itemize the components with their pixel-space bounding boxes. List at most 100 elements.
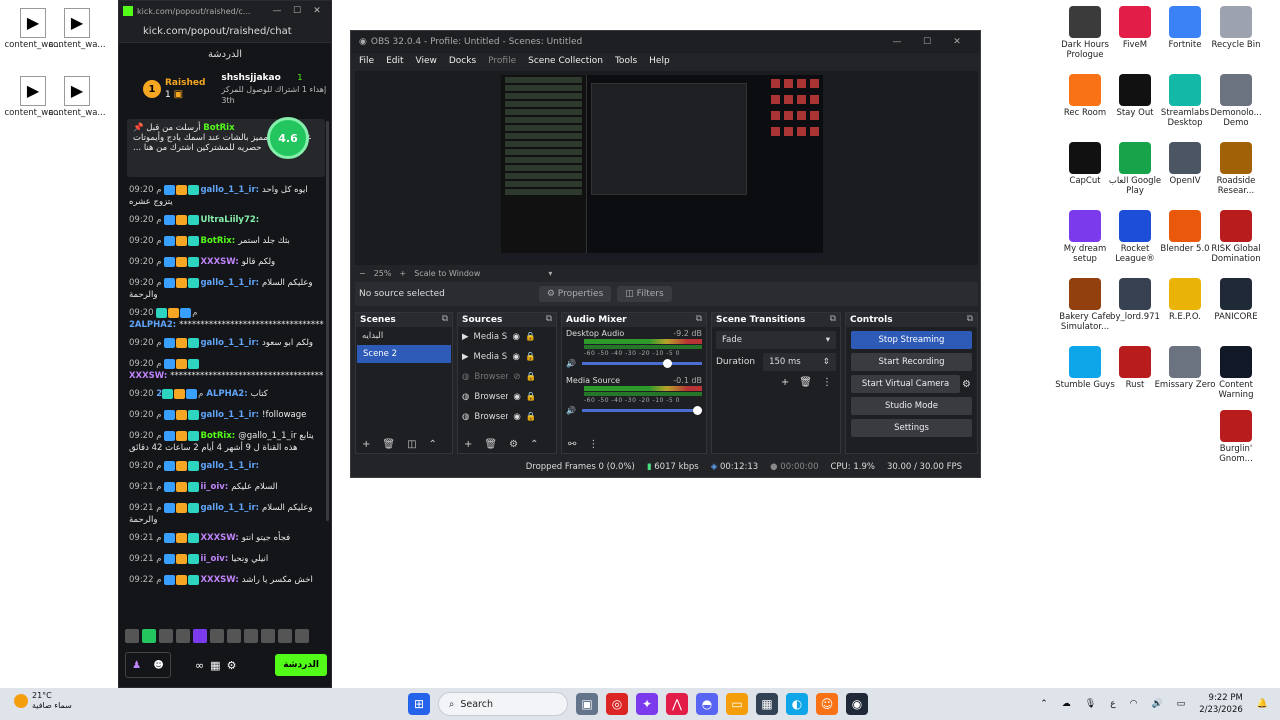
fivem-icon[interactable]: ⋀ bbox=[666, 693, 688, 715]
volume-slider[interactable] bbox=[581, 406, 702, 415]
popout-icon[interactable]: ⧉ bbox=[442, 314, 448, 324]
chat-message[interactable]: 09:21 م ii_oiv: السلام عليكم bbox=[119, 478, 331, 499]
lock-icon[interactable]: 🔒 bbox=[526, 392, 537, 402]
emote-icon[interactable] bbox=[278, 629, 292, 643]
start-recording-button[interactable]: Start Recording bbox=[851, 353, 972, 371]
scene-item-selected[interactable]: Scene 2 bbox=[357, 345, 451, 363]
slider-handle[interactable] bbox=[663, 359, 672, 368]
properties-button[interactable]: ⚙ Properties bbox=[538, 286, 612, 302]
start-icon[interactable]: ⊞ bbox=[408, 693, 430, 715]
start-virtual-camera-button[interactable]: Start Virtual Camera bbox=[851, 375, 961, 393]
message-username[interactable]: gallo_1_1_ir: bbox=[200, 410, 259, 420]
emote-icon[interactable] bbox=[159, 629, 173, 643]
chat-message[interactable]: 09:22 م XXXSW: اخش مكسر يا راشد bbox=[119, 571, 331, 592]
filter-icon[interactable]: ◫ bbox=[407, 439, 416, 450]
more-icon[interactable]: ⋮ bbox=[588, 439, 598, 450]
menu-edit[interactable]: Edit bbox=[386, 56, 403, 66]
menu-view[interactable]: View bbox=[416, 56, 437, 66]
menu-scene-collection[interactable]: Scene Collection bbox=[528, 56, 603, 66]
chat-input[interactable]: ♟ ☻ bbox=[125, 652, 171, 678]
chat-message[interactable]: 09:21 م ii_oiv: انيلي ونحيا bbox=[119, 550, 331, 571]
chat-message[interactable]: 09:20 م gallo_1_1_ir: ايوه كل واحد يتزوج ع… bbox=[119, 181, 331, 211]
emote-bar[interactable] bbox=[125, 629, 309, 647]
emote-icon[interactable] bbox=[176, 629, 190, 643]
message-username[interactable]: XXXSW: bbox=[129, 371, 167, 381]
eye-icon[interactable]: ◉ bbox=[513, 332, 520, 342]
popout-icon[interactable]: ⧉ bbox=[830, 314, 836, 324]
chat-message[interactable]: 09:20 م BotRix: بثك جلد استمر bbox=[119, 232, 331, 253]
message-username[interactable]: BotRix: bbox=[200, 431, 235, 441]
popout-icon[interactable]: ⧉ bbox=[696, 314, 702, 324]
message-username[interactable]: 2ALPHA2: bbox=[129, 320, 176, 330]
emoji-icon[interactable]: ☻ bbox=[153, 660, 163, 671]
menu-help[interactable]: Help bbox=[649, 56, 670, 66]
notification-icon[interactable]: 🔔 bbox=[1257, 699, 1268, 709]
message-username[interactable]: ii_oiv: bbox=[200, 554, 228, 564]
chat-message[interactable]: 09:21 م XXXSW: فجأه جيتو انتو bbox=[119, 529, 331, 550]
chat-message[interactable]: 09:20 م2ALPHA2: كتاب bbox=[119, 385, 331, 406]
zoom-out-button[interactable]: − bbox=[359, 269, 366, 278]
lock-icon[interactable]: 🔒 bbox=[526, 412, 537, 422]
message-username[interactable]: UltraLiily72: bbox=[200, 215, 259, 225]
weather-widget[interactable]: 21°C سماء صافية bbox=[14, 691, 72, 711]
speaker-icon[interactable]: 🔊 bbox=[566, 359, 576, 368]
settings-button[interactable]: Settings bbox=[851, 419, 972, 437]
message-username[interactable]: gallo_1_1_ir: bbox=[200, 278, 259, 288]
preview-canvas[interactable] bbox=[501, 75, 823, 261]
mic-icon[interactable]: 🎙 bbox=[1085, 699, 1096, 709]
menu-docks[interactable]: Docks bbox=[449, 56, 476, 66]
minimize-button[interactable]: — bbox=[267, 6, 287, 16]
source-item[interactable]: ◍ Browser ◉ 🔒 bbox=[458, 387, 556, 407]
source-item[interactable]: ◍ Browser ⊘ 🔒 bbox=[458, 367, 556, 387]
scale-mode[interactable]: Scale to Window bbox=[414, 269, 480, 278]
add-icon[interactable]: + bbox=[362, 439, 370, 450]
trash-icon[interactable]: 🗑 bbox=[799, 377, 812, 388]
maximize-button[interactable]: ☐ bbox=[287, 6, 307, 16]
lock-icon[interactable]: 🔒 bbox=[525, 332, 536, 342]
emote-icon[interactable] bbox=[193, 629, 207, 643]
eye-icon[interactable]: ◉ bbox=[513, 392, 520, 402]
emote-icon[interactable] bbox=[295, 629, 309, 643]
chevron-up-icon[interactable]: ⌃ bbox=[429, 439, 437, 450]
emote-icon[interactable] bbox=[244, 629, 258, 643]
desktop-app-icon[interactable]: Content Warning bbox=[1205, 346, 1267, 400]
message-username[interactable]: gallo_1_1_ir: bbox=[200, 185, 259, 195]
chevron-up-icon[interactable]: ⌃ bbox=[530, 439, 538, 450]
desktop-app-icon[interactable]: Demonolo... Demo bbox=[1205, 74, 1267, 128]
zoom-in-button[interactable]: + bbox=[399, 269, 406, 278]
popout-icon[interactable]: ⧉ bbox=[967, 314, 973, 324]
store-icon[interactable]: ▦ bbox=[210, 659, 220, 672]
chat-message[interactable]: 09:20 م UltraLiily72: bbox=[119, 211, 331, 232]
source-item[interactable]: ▶ Media S ◉ 🔒 bbox=[458, 327, 556, 347]
message-username[interactable]: BotRix: bbox=[200, 236, 235, 246]
volume-slider[interactable] bbox=[581, 359, 702, 368]
message-username[interactable]: XXXSW: bbox=[200, 257, 238, 267]
preview-area[interactable] bbox=[355, 71, 978, 265]
chat-message[interactable]: 09:20 م2ALPHA2: *************************… bbox=[119, 304, 331, 334]
emote-icon[interactable] bbox=[125, 629, 139, 643]
chat-message[interactable]: 09:20 م XXXSW: ولكم قالو bbox=[119, 253, 331, 274]
chat-message[interactable]: 09:20 م gallo_1_1_ir: وعليكم السلام والرحم… bbox=[119, 274, 331, 304]
chat-message[interactable]: 09:20 م gallo_1_1_ir: bbox=[119, 457, 331, 478]
lock-icon[interactable]: 🔒 bbox=[526, 372, 537, 382]
desktop-app-icon[interactable]: Roadside Resear... bbox=[1205, 142, 1267, 196]
language-indicator[interactable]: ع bbox=[1110, 699, 1115, 709]
slider-handle[interactable] bbox=[693, 406, 702, 415]
app-icon[interactable]: ☺ bbox=[816, 693, 838, 715]
wifi-icon[interactable]: ◠ bbox=[1130, 699, 1138, 709]
add-icon[interactable]: + bbox=[464, 439, 472, 450]
desktop-file-icon[interactable]: ▶ content_wa... bbox=[46, 8, 108, 50]
scene-item[interactable]: البدايه bbox=[356, 327, 452, 345]
message-username[interactable]: gallo_1_1_ir: bbox=[200, 461, 259, 471]
url-bar[interactable]: kick.com/popout/raished/chat bbox=[119, 21, 331, 43]
chevron-up-icon[interactable]: ⌃ bbox=[1040, 699, 1048, 709]
eye-icon[interactable]: ◉ bbox=[513, 412, 520, 422]
desktop-file-icon[interactable]: ▶ content_wa... bbox=[46, 76, 108, 118]
message-username[interactable]: gallo_1_1_ir: bbox=[200, 503, 259, 513]
clock[interactable]: 9:22 PM 2/23/2026 bbox=[1199, 692, 1243, 716]
copilot-icon[interactable]: ✦ bbox=[636, 693, 658, 715]
popout-icon[interactable]: ⧉ bbox=[546, 314, 552, 324]
more-icon[interactable]: ⋮ bbox=[822, 377, 832, 388]
battery-icon[interactable]: ▭ bbox=[1177, 699, 1186, 709]
chat-message[interactable]: 09:20 م XXXSW: ***************************… bbox=[119, 355, 331, 385]
